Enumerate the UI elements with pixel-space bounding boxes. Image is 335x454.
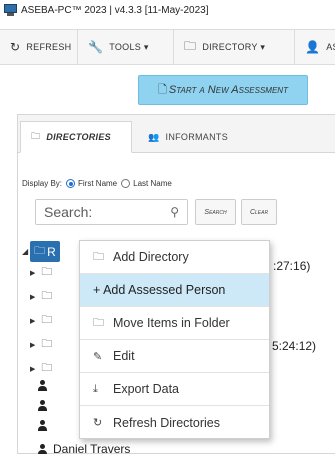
menu-item-label: Add Directory [113,250,189,264]
pencil-icon: ✎ [93,350,103,363]
person-icon: 👤 [305,40,321,54]
context-menu: 🗀 Add Directory + Add Assessed Person 🗀 … [79,240,270,439]
directory-menu-button[interactable]: 🗀 DIRECTORY ▾ [174,30,295,64]
caret-right-icon[interactable]: ▶ [30,365,35,373]
caret-right-icon[interactable]: ▶ [30,269,35,277]
window-titlebar: ASEBA-PC™ 2023 | v4.3.3 [11-May-2023] [0,0,335,20]
display-by-row: Display By: First Name Last Name [22,179,172,188]
folder-add-icon: 🗀 [93,250,104,263]
menu-item-refresh-directories[interactable]: ↻ Refresh Directories [80,406,269,439]
tree-folder-row[interactable]: ▶ 🗀 [30,311,52,330]
menu-item-move-items[interactable]: 🗀 Move Items in Folder [80,307,269,340]
tree-person-row[interactable]: Daniel Travers [38,442,130,454]
tree-item-time-fragment: 5:24:12) [272,339,317,353]
tools-menu-button[interactable]: 🔧 TOOLS ▾ [78,30,174,64]
person-icon [38,400,47,411]
window-title: ASEBA-PC™ 2023 | v4.3.3 [11-May-2023] [21,4,209,16]
menu-item-add-assessed-person[interactable]: + Add Assessed Person [80,274,269,307]
tree-person-row[interactable] [38,400,53,411]
tree-folder-row[interactable]: ▶ 🗀 [30,359,52,378]
tab-informants[interactable]: 👥 INFORMANTS [138,121,238,153]
refresh-icon: ↻ [10,40,21,54]
caret-down-icon[interactable]: ◢ [22,247,28,256]
folder-icon: 🗀 [41,266,53,278]
folder-icon: 🗀 [34,245,46,257]
tree-root[interactable]: ◢ 🗀 R [22,241,60,262]
start-new-assessment-button[interactable]: 🗋 Start a New Assessment [138,75,308,105]
tree-person-row[interactable] [38,380,53,391]
tab-informants-label: INFORMANTS [165,132,229,142]
search-box: ⚲ [35,199,188,225]
caret-right-icon[interactable]: ▶ [30,341,35,349]
menu-item-edit[interactable]: ✎ Edit [80,340,269,373]
folder-icon: 🗀 [41,314,53,326]
last-name-label: Last Name [133,179,172,188]
caret-right-icon[interactable]: ▶ [30,317,35,325]
people-menu-button[interactable]: 👤 AS [295,30,335,64]
last-name-radio[interactable] [121,179,131,188]
first-name-radio[interactable] [66,179,76,188]
person-icon [38,420,47,431]
caret-right-icon[interactable]: ▶ [30,293,35,301]
person-icon [38,380,47,391]
toolbar: ↻ REFRESH 🔧 TOOLS ▾ 🗀 DIRECTORY ▾ 👤 AS [0,29,335,65]
refresh-label: REFRESH [26,42,72,52]
refresh-icon: ↻ [93,417,103,429]
folder-icon: 🗀 [41,338,53,350]
folder-move-icon: 🗀 [93,316,104,329]
menu-item-export-data[interactable]: ⤓ Export Data [80,373,269,406]
panel-tabs: 🗀 DIRECTORIES 👥 INFORMANTS [18,115,335,153]
person-icon [38,443,47,454]
folder-icon: 🗀 [41,362,53,374]
menu-item-label: Refresh Directories [113,415,220,430]
clear-button[interactable]: Clear [241,199,277,225]
tab-directories-label: DIRECTORIES [46,132,111,142]
menu-item-label: Edit [113,349,135,363]
person-name: Daniel Travers [53,442,131,454]
people-icon: 👥 [148,131,160,142]
app-computer-icon [4,4,17,16]
new-document-icon: 🗋 [158,83,167,96]
tools-label: TOOLS ▾ [109,41,149,52]
folder-icon: 🗀 [41,290,53,302]
menu-item-label: Move Items in Folder [113,316,230,330]
directory-label: DIRECTORY ▾ [202,41,266,52]
folder-icon: 🗀 [31,131,41,141]
display-by-label: Display By: [22,179,63,188]
tree-folder-row[interactable]: ▶ 🗀 [30,263,52,282]
tab-directories[interactable]: 🗀 DIRECTORIES [20,121,132,153]
wrench-icon: 🔧 [88,40,104,54]
folder-icon: 🗀 [184,38,197,53]
menu-item-label: Export Data [113,382,180,396]
search-icon: ⚲ [170,205,179,219]
tree-folder-row[interactable]: ▶ 🗀 [30,335,52,354]
tree-item-time-fragment: :27:16) [273,259,311,273]
start-new-assessment-label: Start a New Assessment [168,84,288,96]
menu-item-add-directory[interactable]: 🗀 Add Directory [80,241,269,274]
people-label: AS [326,42,335,52]
tree-folder-row[interactable]: ▶ 🗀 [30,287,52,306]
root-folder-label: R [47,244,56,259]
search-button[interactable]: Search [195,199,236,225]
menu-item-label: + Add Assessed Person [93,283,226,297]
first-name-label: First Name [78,179,118,188]
tree-person-row[interactable] [38,420,53,431]
refresh-button[interactable]: ↻ REFRESH [0,30,78,64]
root-folder[interactable]: 🗀 R [30,241,60,262]
export-icon: ⤓ [93,382,98,395]
search-input[interactable] [44,204,164,220]
